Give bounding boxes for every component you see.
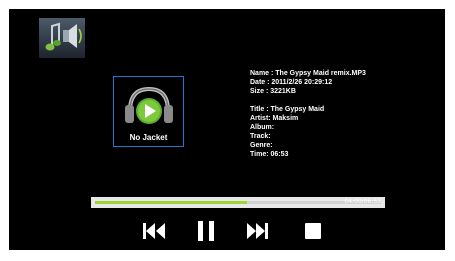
skip-next-icon [247, 223, 268, 239]
file-name: Name : The Gypsy Maid remix.MP3 [250, 70, 366, 77]
progress-fill [95, 201, 247, 204]
file-date: Date : 2011/2/26 20:29:12 [250, 79, 333, 86]
headphones-play-icon [125, 86, 173, 124]
stop-icon [305, 223, 321, 239]
time-readout: 04:00/06:53 [344, 198, 381, 205]
next-button[interactable] [246, 220, 270, 242]
track-number: Track: [250, 133, 271, 140]
previous-button[interactable] [142, 220, 166, 242]
track-album: Album: [250, 124, 275, 131]
file-size: Size : 3221KB [250, 88, 296, 95]
jacket-label: No Jacket [129, 133, 168, 142]
track-genre: Genre: [250, 142, 273, 149]
track-info-panel: Name : The Gypsy Maid remix.MP3 Date : 2… [250, 69, 366, 159]
player-screen: No Jacket Name : The Gypsy Maid remix.MP… [9, 9, 445, 250]
pause-icon [198, 221, 214, 241]
track-duration: Time: 06:53 [250, 151, 289, 158]
skip-previous-icon [143, 223, 165, 239]
progress-bar[interactable]: 04:00/06:53 [91, 197, 385, 208]
pause-button[interactable] [195, 220, 219, 242]
track-title: Title : The Gypsy Maid [250, 106, 325, 113]
progress-track[interactable] [95, 201, 381, 204]
music-note-icon [39, 18, 85, 58]
stop-button[interactable] [302, 220, 326, 242]
album-jacket: No Jacket [113, 76, 184, 147]
track-artist: Artist: Maksim [250, 115, 299, 122]
